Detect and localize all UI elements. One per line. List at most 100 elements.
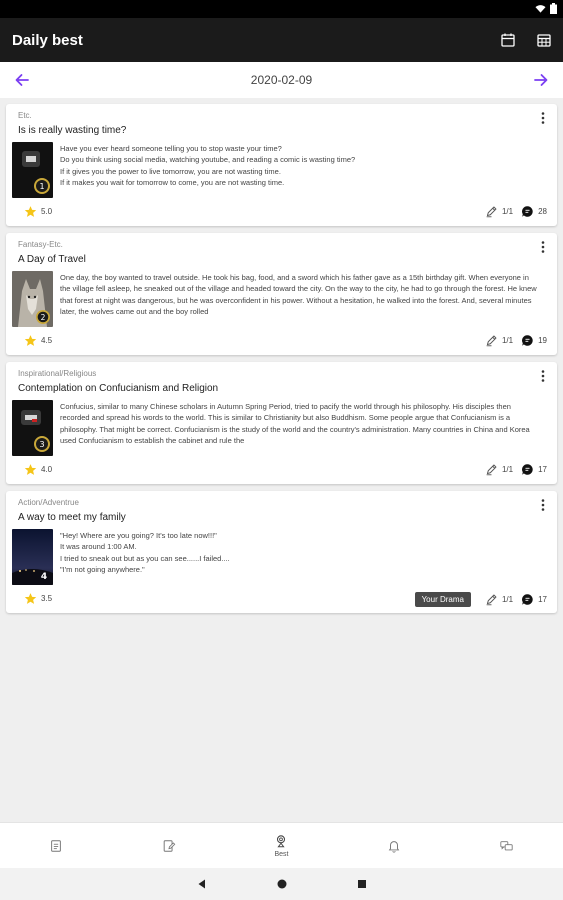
star-icon bbox=[24, 593, 37, 604]
wifi-icon bbox=[535, 4, 546, 13]
rank-badge: 2 bbox=[41, 313, 46, 322]
comment-count[interactable]: 28 bbox=[521, 205, 547, 218]
comment-icon bbox=[522, 335, 533, 346]
comment-count[interactable]: 17 bbox=[521, 593, 547, 606]
chapter-count-value: 1/1 bbox=[501, 207, 514, 216]
story-card[interactable]: Action/Adventrue A way to meet my family… bbox=[6, 491, 557, 613]
cover-image: 3 bbox=[12, 400, 53, 456]
story-meta: 1/1 19 bbox=[485, 334, 547, 347]
home-icon[interactable] bbox=[276, 878, 288, 890]
rank-badge: 3 bbox=[39, 440, 44, 449]
story-rating: 4.5 bbox=[24, 334, 52, 347]
cover-image: 1 bbox=[12, 142, 53, 198]
comment-icon bbox=[522, 464, 533, 475]
pen-icon bbox=[486, 594, 497, 606]
status-bar bbox=[0, 0, 563, 18]
star-icon bbox=[24, 464, 37, 475]
chapter-count: 1/1 bbox=[485, 593, 513, 606]
system-navigation-bar bbox=[0, 868, 563, 900]
nav-best-label: Best bbox=[274, 850, 289, 858]
page-title: Daily best bbox=[12, 31, 83, 49]
trophy-icon bbox=[277, 834, 286, 847]
story-cover[interactable]: 3 bbox=[12, 400, 53, 456]
comment-count[interactable]: 19 bbox=[521, 334, 547, 347]
previous-date-button[interactable] bbox=[10, 68, 34, 92]
more-vertical-icon bbox=[541, 370, 545, 382]
date-navigator: 2020-02-09 bbox=[0, 62, 563, 98]
app-bar: Daily best bbox=[0, 18, 563, 62]
pen-icon bbox=[486, 464, 497, 476]
more-options-button[interactable] bbox=[537, 239, 549, 255]
story-genre: Fantasy-Etc. bbox=[18, 240, 63, 249]
story-cover[interactable]: 4 bbox=[12, 529, 53, 585]
pen-icon bbox=[486, 335, 497, 347]
story-genre: Inspirational/Religious bbox=[18, 369, 97, 378]
nav-notifications[interactable] bbox=[338, 823, 451, 868]
story-meta: Your Drama 1/1 17 bbox=[414, 592, 547, 607]
story-meta: 1/1 28 bbox=[485, 205, 547, 218]
back-icon[interactable] bbox=[196, 878, 208, 890]
edit-icon bbox=[163, 839, 176, 852]
calendar-month-icon bbox=[537, 34, 551, 47]
nav-chat[interactable] bbox=[450, 823, 563, 868]
next-date-button[interactable] bbox=[529, 68, 553, 92]
rating-value: 4.0 bbox=[41, 465, 53, 474]
story-summary: "Hey! Where are you going? It's too late… bbox=[60, 531, 230, 574]
bell-icon bbox=[388, 840, 400, 853]
story-rating: 4.0 bbox=[24, 463, 52, 476]
star-icon bbox=[24, 206, 37, 217]
story-title: A way to meet my family bbox=[18, 512, 126, 523]
more-vertical-icon bbox=[541, 499, 545, 511]
calendar-month-button[interactable] bbox=[527, 23, 561, 57]
arrow-left-icon bbox=[15, 74, 29, 86]
more-options-button[interactable] bbox=[537, 110, 549, 126]
rating-value: 5.0 bbox=[41, 207, 53, 216]
chapter-count: 1/1 bbox=[485, 205, 513, 218]
story-summary: Confucius, similar to many Chinese schol… bbox=[60, 402, 530, 445]
story-title: A Day of Travel bbox=[18, 254, 86, 265]
story-title: Is is really wasting time? bbox=[18, 125, 127, 136]
story-genre: Action/Adventrue bbox=[18, 498, 79, 507]
story-cover[interactable]: 1 bbox=[12, 142, 53, 198]
story-rating: 3.5 bbox=[24, 592, 52, 605]
story-cover[interactable]: 2 bbox=[12, 271, 53, 327]
chat-icon bbox=[500, 840, 513, 850]
comment-count[interactable]: 17 bbox=[521, 463, 547, 476]
list-icon bbox=[51, 839, 62, 852]
bottom-navigation: Best bbox=[0, 822, 563, 868]
chapter-count: 1/1 bbox=[485, 463, 513, 476]
calendar-icon bbox=[501, 33, 515, 47]
more-options-button[interactable] bbox=[537, 497, 549, 513]
rank-badge: 1 bbox=[39, 182, 44, 191]
chapter-count-value: 1/1 bbox=[501, 595, 514, 604]
comment-count-value: 19 bbox=[538, 336, 547, 345]
rating-value: 4.5 bbox=[41, 336, 53, 345]
chapter-count: 1/1 bbox=[485, 334, 513, 347]
story-meta: 1/1 17 bbox=[485, 463, 547, 476]
battery-icon bbox=[550, 3, 557, 14]
nav-list[interactable] bbox=[0, 823, 113, 868]
story-card[interactable]: Inspirational/Religious Contemplation on… bbox=[6, 362, 557, 484]
comment-count-value: 17 bbox=[538, 595, 547, 604]
nav-best[interactable]: Best bbox=[225, 823, 338, 868]
star-icon bbox=[24, 335, 37, 346]
more-options-button[interactable] bbox=[537, 368, 549, 384]
story-title: Contemplation on Confucianism and Religi… bbox=[18, 383, 219, 394]
chapter-count-value: 1/1 bbox=[501, 465, 514, 474]
nav-write[interactable] bbox=[113, 823, 226, 868]
arrow-right-icon bbox=[534, 74, 548, 86]
current-date: 2020-02-09 bbox=[250, 73, 313, 87]
story-summary: Have you ever heard someone telling you … bbox=[60, 144, 356, 187]
comment-count-value: 17 bbox=[538, 465, 547, 474]
recents-icon[interactable] bbox=[356, 878, 368, 890]
rank-badge: 4 bbox=[41, 572, 47, 582]
story-card[interactable]: Etc. Is is really wasting time? 1 Have y… bbox=[6, 104, 557, 226]
your-drama-badge: Your Drama bbox=[414, 592, 471, 607]
more-vertical-icon bbox=[541, 112, 545, 124]
calendar-button[interactable] bbox=[491, 23, 525, 57]
story-summary: One day, the boy wanted to travel outsid… bbox=[60, 273, 537, 316]
comment-icon bbox=[522, 594, 533, 605]
pen-icon bbox=[486, 206, 497, 218]
story-rating: 5.0 bbox=[24, 205, 52, 218]
story-card[interactable]: Fantasy-Etc. A Day of Travel 2 One day, … bbox=[6, 233, 557, 355]
